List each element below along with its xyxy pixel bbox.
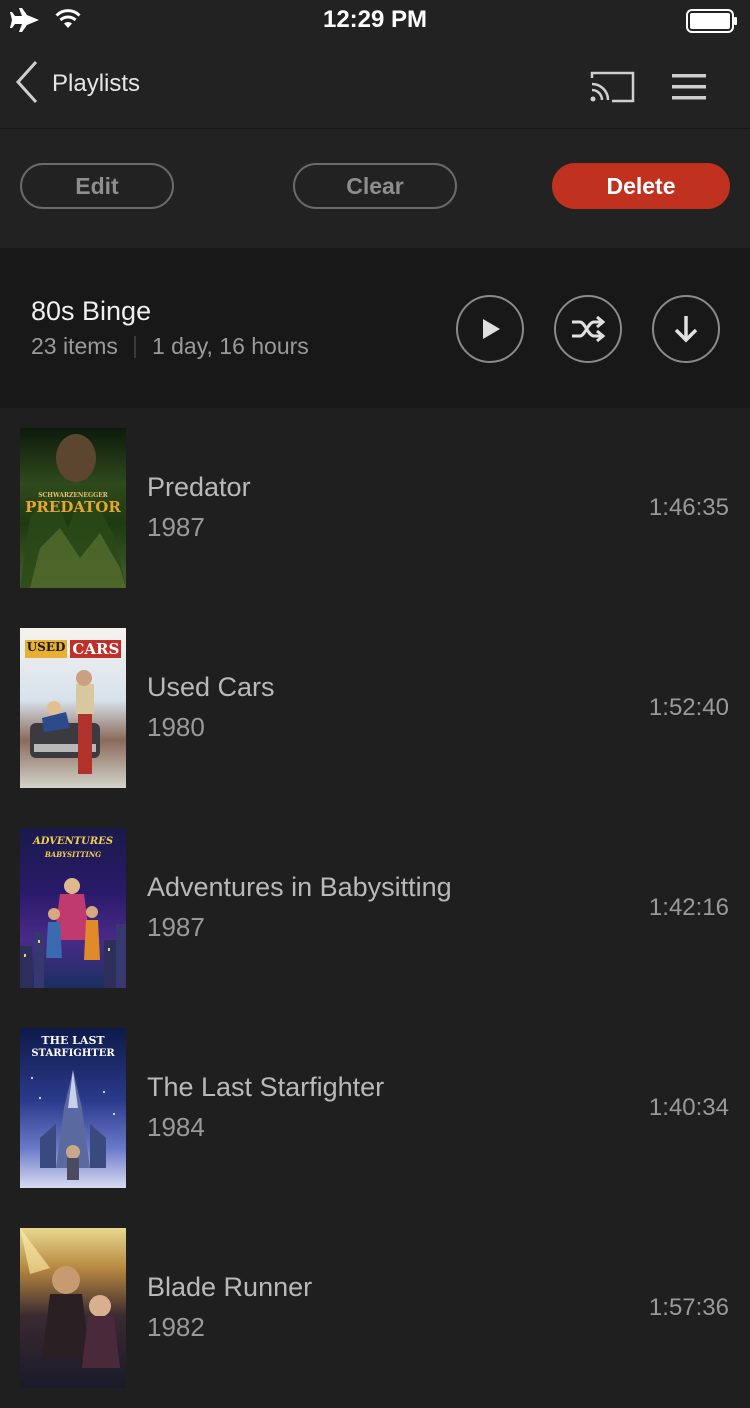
- battery-icon: [686, 9, 738, 38]
- back-label: Playlists: [52, 70, 141, 97]
- movie-year: 1987: [147, 912, 205, 942]
- poster-text: USED CARS: [20, 640, 126, 658]
- play-icon: [483, 319, 500, 339]
- poster-predator: SCHWARZENEGGER PREDATOR: [20, 428, 126, 588]
- movie-title: Used Cars: [147, 672, 275, 702]
- movie-list: SCHWARZENEGGER PREDATOR Predator 1987 1:…: [0, 408, 750, 1408]
- poster-adventures-in-babysitting: ADVENTURES BABYSITTING: [20, 828, 126, 988]
- poster-text: ADVENTURES: [32, 836, 114, 847]
- shuffle-icon: [572, 315, 606, 343]
- delete-button[interactable]: Delete: [552, 163, 730, 209]
- movie-duration: 1:40:34: [648, 1094, 729, 1121]
- movie-duration: 1:46:35: [648, 494, 729, 521]
- clear-button[interactable]: Clear: [293, 163, 457, 209]
- action-row: Edit Clear Delete: [0, 129, 750, 248]
- shuffle-button[interactable]: [554, 295, 622, 363]
- status-time: 12:29 PM: [322, 6, 428, 33]
- back-button[interactable]: Playlists: [14, 60, 140, 108]
- playlist-title: 80s Binge: [31, 296, 152, 326]
- poster-text-part: USED: [24, 640, 68, 658]
- movie-duration: 1:42:16: [648, 894, 729, 921]
- poster-text: PREDATOR: [25, 498, 121, 516]
- poster-art: [20, 1228, 120, 1368]
- poster-the-last-starfighter: THE LAST STARFIGHTER: [20, 1028, 126, 1188]
- movie-year: 1980: [147, 712, 205, 742]
- movie-year: 1987: [147, 512, 205, 542]
- movie-row-adventures-in-babysitting[interactable]: ADVENTURES BABYSITTING Adventures in Bab…: [0, 808, 750, 1008]
- movie-row-blade-runner[interactable]: Blade Runner 1982 1:57:36: [0, 1208, 750, 1408]
- playlist-total-duration: 1 day, 16 hours: [151, 333, 309, 359]
- movie-row-used-cars[interactable]: USED CARS Used Cars 1980 1:52:40: [0, 608, 750, 808]
- movie-year: 1984: [147, 1112, 205, 1142]
- menu-icon[interactable]: [672, 74, 706, 105]
- edit-button[interactable]: Edit: [20, 163, 174, 209]
- poster-text-part: CARS: [70, 640, 122, 658]
- movie-title: Predator: [147, 472, 251, 502]
- movie-year: 1982: [147, 1312, 205, 1342]
- movie-title: Blade Runner: [147, 1272, 313, 1302]
- movie-duration: 1:57:36: [648, 1294, 729, 1321]
- download-icon: [674, 316, 698, 343]
- cast-icon[interactable]: [588, 70, 636, 111]
- playlist-header: 80s Binge 23 items 1 day, 16 hours: [0, 248, 750, 408]
- poster-text: THE LAST: [41, 1034, 105, 1047]
- poster-text: STARFIGHTER: [31, 1048, 115, 1059]
- meta-divider: [133, 335, 136, 358]
- movie-duration: 1:52:40: [648, 694, 729, 721]
- poster-blade-runner: [20, 1228, 126, 1388]
- movie-title: Adventures in Babysitting: [147, 872, 452, 902]
- movie-row-the-last-starfighter[interactable]: THE LAST STARFIGHTER The Last Starfighte…: [0, 1008, 750, 1208]
- play-button[interactable]: [456, 295, 524, 363]
- nav-bar: Playlists: [0, 40, 750, 129]
- poster-used-cars: USED CARS: [20, 628, 126, 788]
- chevron-left-icon: [14, 60, 38, 109]
- movie-row-predator[interactable]: SCHWARZENEGGER PREDATOR Predator 1987 1:…: [0, 408, 750, 608]
- status-bar: 12:29 PM: [0, 0, 750, 40]
- movie-title: The Last Starfighter: [147, 1072, 385, 1102]
- download-button[interactable]: [652, 295, 720, 363]
- poster-text: BABYSITTING: [44, 850, 102, 859]
- playlist-meta: 23 items 1 day, 16 hours: [31, 333, 309, 360]
- playlist-item-count: 23 items: [31, 333, 118, 359]
